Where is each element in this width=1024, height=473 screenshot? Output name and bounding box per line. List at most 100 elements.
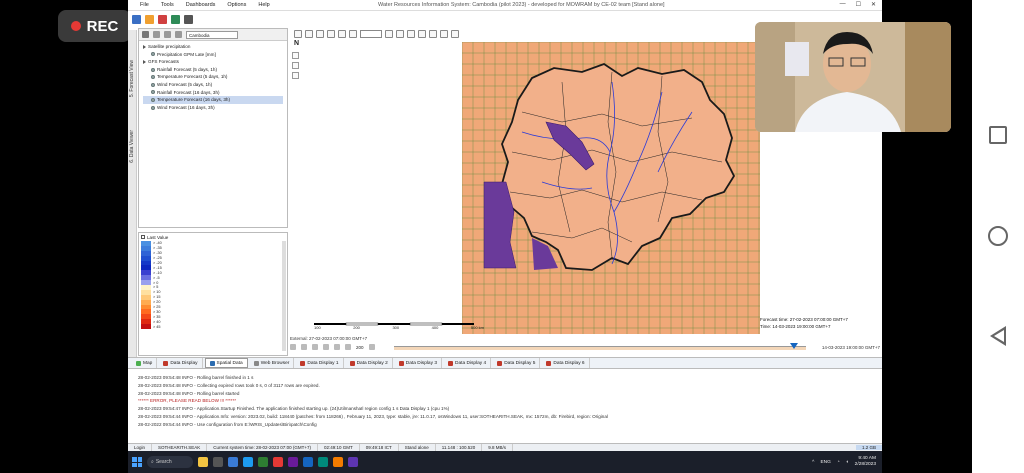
- app-icon[interactable]: [348, 457, 358, 467]
- time-slider-track[interactable]: [394, 346, 806, 350]
- forecast-map[interactable]: [462, 42, 760, 334]
- pause-icon[interactable]: [301, 344, 307, 350]
- tab-view[interactable]: Data Display 6: [542, 358, 590, 368]
- folder-icon[interactable]: [145, 14, 154, 24]
- windows-start-icon[interactable]: [132, 457, 142, 467]
- zoom-in-icon[interactable]: [305, 30, 313, 38]
- tree-item[interactable]: Temperature Forecast (5 days, 1h): [143, 73, 283, 81]
- pan-icon[interactable]: [294, 30, 302, 38]
- legend-label: > 40: [153, 319, 161, 324]
- play-icon[interactable]: [323, 344, 329, 350]
- tree-item[interactable]: Wind Forecast (5 days, 1h): [143, 81, 283, 89]
- chrome-icon[interactable]: [273, 457, 283, 467]
- app-icon[interactable]: [333, 457, 343, 467]
- layer-bullet-icon: [151, 97, 155, 102]
- search-icon[interactable]: [175, 31, 182, 38]
- paint-icon[interactable]: [407, 30, 415, 38]
- teams-icon[interactable]: [288, 457, 298, 467]
- close-icon[interactable]: ✕: [871, 1, 876, 8]
- clock[interactable]: 9:40 AM 2/28/2023: [855, 456, 876, 468]
- tab-view[interactable]: Data Display 3: [395, 358, 442, 368]
- tree-item[interactable]: GFS Forecasts: [143, 58, 283, 66]
- word-icon[interactable]: [303, 457, 313, 467]
- expander-icon[interactable]: [143, 44, 146, 49]
- tree-item[interactable]: Wind Forecast (16 days, 3h): [143, 104, 283, 112]
- tree-item[interactable]: Temperature Forecast (16 days, 3h): [143, 96, 283, 104]
- zoom-out-icon[interactable]: [164, 31, 171, 38]
- tab-view[interactable]: Data Display 4: [444, 358, 492, 368]
- globe-icon[interactable]: [132, 14, 141, 24]
- identify-tool-icon[interactable]: [292, 72, 299, 79]
- menu-dashboards[interactable]: Dashboards: [186, 2, 216, 8]
- zoom-out-icon[interactable]: [316, 30, 324, 38]
- download-icon[interactable]: [290, 344, 296, 350]
- time-slider-knob[interactable]: [790, 343, 798, 349]
- menu-options[interactable]: Options: [227, 2, 246, 8]
- grid-icon[interactable]: [349, 30, 357, 38]
- pan-tool-icon[interactable]: [292, 52, 299, 59]
- zoom-tool-icon[interactable]: [292, 62, 299, 69]
- tab-view[interactable]: Data Display: [159, 358, 203, 368]
- chevron-up-icon[interactable]: ^: [812, 460, 814, 465]
- measure-icon[interactable]: [385, 30, 393, 38]
- select-icon[interactable]: [327, 30, 335, 38]
- maximize-icon[interactable]: ☐: [856, 1, 861, 8]
- info-icon[interactable]: [338, 30, 346, 38]
- tree-item[interactable]: Precipitation GPM Late [mm]: [143, 51, 283, 59]
- legend-header-label: Last Value: [147, 234, 169, 240]
- menu-file[interactable]: File: [140, 2, 149, 8]
- side-tab-forecast-view[interactable]: 5. Forecast View: [129, 60, 135, 97]
- main-toolbar: [128, 12, 288, 26]
- store-icon[interactable]: [228, 457, 238, 467]
- expander-icon[interactable]: [143, 59, 146, 64]
- region-select[interactable]: Cambodia: [186, 30, 238, 39]
- layers-icon[interactable]: [418, 30, 426, 38]
- volume-icon[interactable]: ◖: [846, 460, 849, 465]
- step-value[interactable]: 200: [356, 345, 364, 350]
- language-indicator[interactable]: ENG: [820, 460, 830, 465]
- step-back-icon[interactable]: [312, 344, 318, 350]
- person-icon[interactable]: [451, 30, 459, 38]
- side-tab-data-viewer[interactable]: 6. Data Viewer: [129, 130, 135, 163]
- zoom-in-icon[interactable]: [153, 31, 160, 38]
- tab-view[interactable]: Data Display 5: [493, 358, 541, 368]
- last-value-checkbox[interactable]: [141, 235, 145, 239]
- file-explorer-icon[interactable]: [198, 457, 208, 467]
- zoom-extent-icon[interactable]: [142, 31, 149, 38]
- taskbar-search[interactable]: ⌕ Search: [147, 456, 193, 468]
- minimize-icon[interactable]: —: [840, 1, 846, 8]
- tree-item[interactable]: Satellite precipitation: [143, 43, 283, 51]
- tab-view[interactable]: Spatial Data: [204, 358, 248, 368]
- home-icon[interactable]: [988, 226, 1008, 246]
- wifi-icon[interactable]: ◔: [837, 460, 840, 465]
- skip-end-icon[interactable]: [368, 344, 375, 350]
- tab-view[interactable]: Map: [132, 358, 158, 368]
- menu-help[interactable]: Help: [258, 2, 269, 8]
- app-icon[interactable]: [318, 457, 328, 467]
- vertical-side-tabs: 5. Forecast View 6. Data Viewer: [128, 30, 137, 360]
- settings-icon[interactable]: [440, 30, 448, 38]
- log-line: 28-02-2023 09:54:48 INFO - Collecting ex…: [138, 382, 320, 388]
- step-forward-icon[interactable]: [334, 344, 340, 350]
- warning-icon[interactable]: [396, 30, 404, 38]
- excel-icon[interactable]: [258, 457, 268, 467]
- tree-item[interactable]: Rainfall Forecast (5 days, 1h): [143, 66, 283, 74]
- menu-tools[interactable]: Tools: [161, 2, 174, 8]
- task-view-icon[interactable]: [213, 457, 223, 467]
- tab-view[interactable]: Data Display 1: [296, 358, 344, 368]
- edge-icon[interactable]: [243, 457, 253, 467]
- tree-item-label: Temperature Forecast (16 days, 3h): [157, 97, 231, 103]
- stop-icon[interactable]: [345, 344, 351, 350]
- pencil-icon[interactable]: [429, 30, 437, 38]
- tree-item[interactable]: Rainfall Forecast (16 days, 3h): [143, 89, 283, 97]
- chart-icon[interactable]: [171, 14, 180, 24]
- tab-view[interactable]: Data Display 2: [346, 358, 393, 368]
- monitor-icon[interactable]: [184, 14, 193, 24]
- tab-icon: [163, 360, 169, 366]
- layer-dropdown[interactable]: [360, 30, 382, 38]
- legend-scrollbar[interactable]: [282, 241, 286, 351]
- tab-view[interactable]: Web Browser: [250, 358, 295, 368]
- legend-label: > 15: [153, 295, 161, 300]
- alert-icon[interactable]: [158, 14, 167, 24]
- recents-icon[interactable]: [989, 126, 1007, 144]
